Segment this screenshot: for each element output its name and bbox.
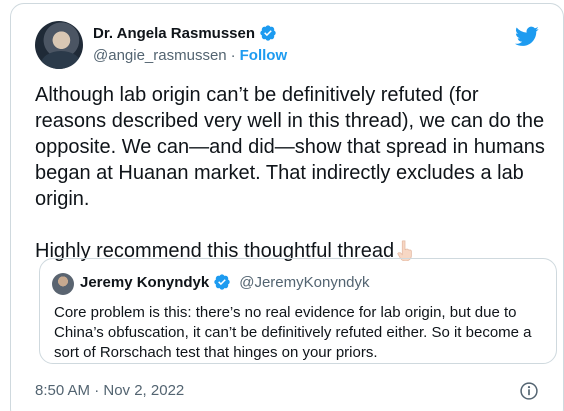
author-avatar[interactable] <box>35 21 83 69</box>
author-name[interactable]: Dr. Angela Rasmussen <box>93 25 255 42</box>
quoted-author-handle[interactable]: @JeremyKonyndyk <box>239 274 369 291</box>
quoted-tweet[interactable]: Jeremy Konyndyk @JeremyKonyndyk Core pro… <box>39 258 557 364</box>
info-icon[interactable] <box>519 381 539 401</box>
follow-button[interactable]: Follow <box>240 47 288 64</box>
tweet-text: Although lab origin can’t be definitivel… <box>35 82 555 264</box>
twitter-bird-icon[interactable] <box>515 24 539 48</box>
tweet-body: Although lab origin can’t be definitivel… <box>35 84 545 262</box>
quoted-author-avatar[interactable] <box>52 273 74 295</box>
quoted-author-name[interactable]: Jeremy Konyndyk <box>80 274 209 291</box>
separator-dot: · <box>230 47 236 64</box>
author-handle[interactable]: @angie_rasmussen <box>93 47 227 64</box>
verified-badge-icon <box>260 25 276 41</box>
author-handle-row: @angie_rasmussen · Follow <box>93 47 287 64</box>
tweet-card: Dr. Angela Rasmussen @angie_rasmussen · … <box>10 3 564 411</box>
verified-badge-icon <box>214 274 230 290</box>
tweet-timestamp[interactable]: 8:50 AM · Nov 2, 2022 <box>35 382 184 399</box>
quoted-tweet-text: Core problem is this: there’s no real ev… <box>54 304 532 361</box>
author-name-row: Dr. Angela Rasmussen <box>93 24 277 42</box>
quoted-author-row: Jeremy Konyndyk @JeremyKonyndyk <box>80 273 370 291</box>
